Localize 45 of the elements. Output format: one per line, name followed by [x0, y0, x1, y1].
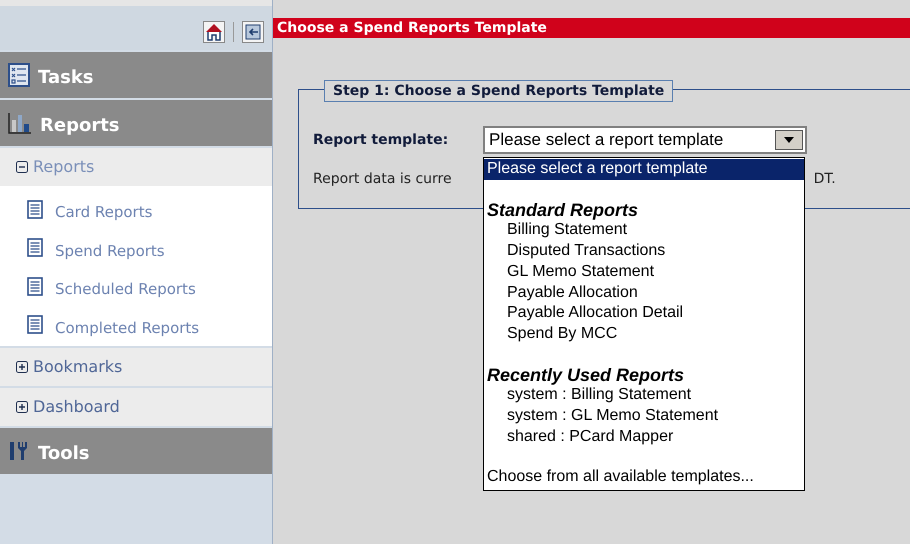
collapse-icon[interactable] — [16, 161, 28, 173]
subsection-header[interactable]: Dashboard — [0, 388, 272, 426]
subsection-title: Reports — [33, 156, 94, 178]
bar-chart-icon — [8, 112, 32, 134]
dropdown-option[interactable]: Please select a report template — [484, 159, 804, 180]
subsection-header[interactable]: Bookmarks — [0, 348, 272, 386]
option-group-label: Standard Reports — [486, 200, 640, 220]
section-title: Tools — [38, 442, 90, 466]
subsection-title: Dashboard — [33, 396, 120, 418]
note-text-end: DT. — [814, 170, 836, 189]
dropdown-option[interactable]: Payable Allocation Detail — [484, 303, 804, 324]
document-icon — [27, 200, 43, 219]
dropdown-option[interactable]: Disputed Transactions — [484, 241, 804, 262]
document-icon — [27, 238, 43, 258]
expand-icon[interactable] — [16, 361, 28, 373]
home-icon[interactable] — [203, 21, 225, 43]
sidebar-link[interactable]: Scheduled Reports — [55, 272, 196, 300]
caret-icon — [784, 137, 794, 143]
page-title-bar: Choose a Spend Reports Template — [273, 18, 910, 38]
dropdown-option[interactable]: Billing Statement — [484, 220, 804, 242]
subsection-title: Bookmarks — [33, 356, 122, 378]
dropdown-option[interactable]: shared : PCard Mapper — [484, 426, 804, 448]
dropdown-option[interactable]: Payable Allocation — [484, 282, 804, 304]
dropdown-option[interactable]: system : GL Memo Statement — [484, 406, 804, 427]
dropdown-option[interactable]: Spend By MCC — [484, 324, 804, 345]
tools-icon — [8, 440, 30, 462]
sidebar-link[interactable]: Card Reports — [55, 195, 152, 224]
option-group-label: Recently Used Reports — [486, 364, 686, 386]
note-text-start: Report data is curre — [313, 170, 452, 189]
section-title: Tasks — [38, 66, 94, 90]
sidebar-link[interactable]: Completed Reports — [55, 310, 200, 339]
dropdown-option[interactable]: GL Memo Statement — [484, 262, 804, 283]
fieldset-legend: Step 1: Choose a Spend Reports Template — [324, 80, 674, 102]
field-label: Report template: — [313, 130, 450, 150]
dropdown-option[interactable]: system : Billing Statement — [484, 385, 804, 406]
document-icon — [27, 315, 43, 334]
dropdown-option[interactable]: Choose from all available templates... — [484, 467, 804, 488]
exit-icon[interactable] — [242, 21, 264, 43]
dropdown-button[interactable] — [775, 130, 803, 150]
report-template-select[interactable]: Please select a report template — [483, 126, 807, 154]
sidebar-link[interactable]: Spend Reports — [55, 234, 165, 262]
document-icon — [27, 276, 43, 296]
expand-icon[interactable] — [16, 401, 28, 413]
section-title: Reports — [40, 114, 120, 138]
checklist-icon — [8, 63, 30, 87]
